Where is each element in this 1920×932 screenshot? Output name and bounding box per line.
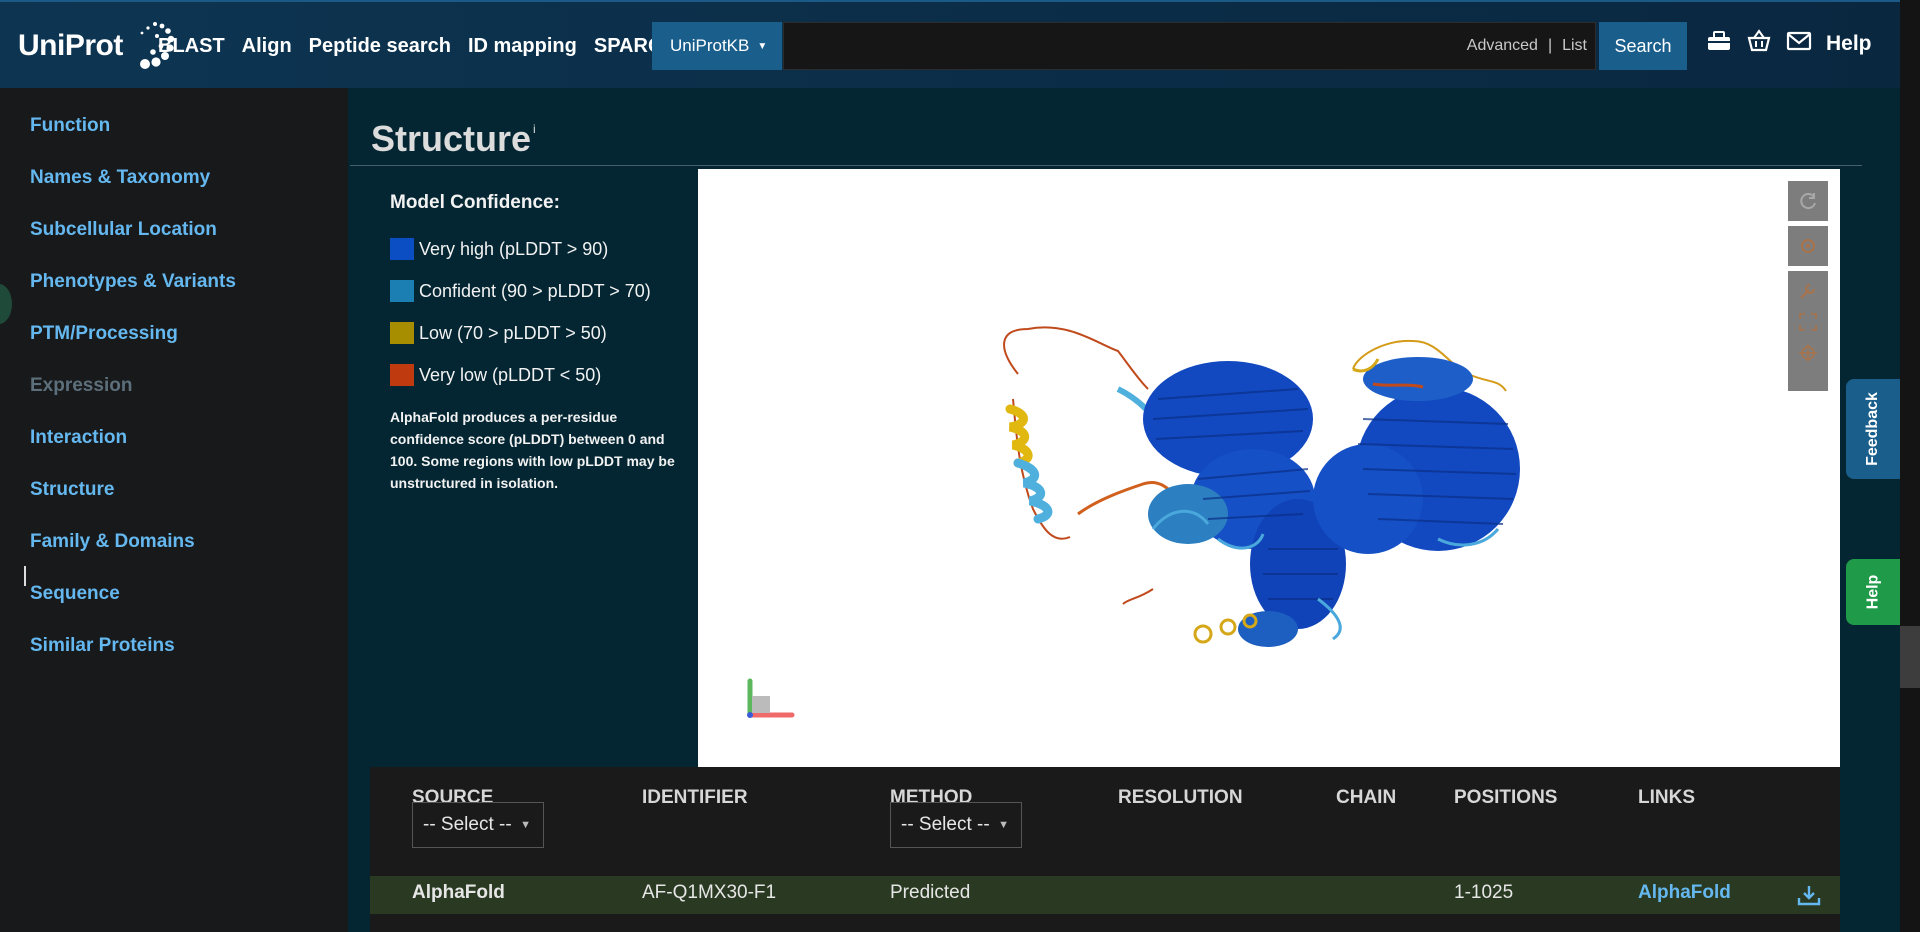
sidebar-item-ptm-processing[interactable]: PTM/Processing	[30, 323, 178, 345]
help-tab-label: Help	[1863, 574, 1881, 610]
expand-icon[interactable]	[1797, 311, 1819, 333]
sidebar-item-similar-proteins[interactable]: Similar Proteins	[30, 635, 175, 657]
legend-entry: Very high (pLDDT > 90)	[390, 228, 690, 270]
list-search-link[interactable]: List	[1562, 37, 1587, 55]
legend-entry: Low (70 > pLDDT > 50)	[390, 312, 690, 354]
nav-peptide-search[interactable]: Peptide search	[309, 35, 451, 58]
sidebar-item-sequence[interactable]: Sequence	[30, 583, 120, 605]
structure-section: Structure i Model Confidence: Very high (…	[348, 88, 1900, 932]
sidebar-item-expression: Expression	[30, 375, 133, 396]
mail-icon[interactable]	[1786, 28, 1812, 54]
legend-note: AlphaFold produces a per-residue confide…	[390, 409, 675, 491]
sidebar-item-structure[interactable]: Structure	[30, 479, 114, 501]
search-input[interactable]	[790, 27, 1354, 67]
target-icon[interactable]	[1797, 342, 1819, 364]
wrench-icon[interactable]	[1797, 280, 1819, 302]
sidebar-item-family-domains[interactable]: Family & Domains	[30, 531, 195, 553]
legend-entry: Confident (90 > pLDDT > 70)	[390, 270, 690, 312]
sidebar-item-phenotypes-variants[interactable]: Phenotypes & Variants	[30, 271, 236, 293]
header-help-link[interactable]: Help	[1826, 32, 1872, 56]
col-header-chain: CHAIN	[1336, 787, 1397, 808]
protein-structure-render	[747, 326, 1520, 718]
confident-swatch	[390, 280, 414, 302]
sidebar-item-names-taxonomy[interactable]: Names & Taxonomy	[30, 167, 210, 189]
info-icon[interactable]: i	[533, 122, 536, 136]
cell-source: AlphaFold	[412, 882, 505, 903]
settings-button[interactable]	[1788, 226, 1828, 266]
section-sidebar: Function Names & Taxonomy Subcellular Lo…	[0, 88, 348, 932]
cell-identifier: AF-Q1MX30-F1	[642, 882, 777, 903]
advanced-search-link[interactable]: Advanced	[1467, 37, 1538, 55]
database-selector[interactable]: UniProtKB ▼	[652, 22, 782, 70]
table-row	[370, 876, 1840, 914]
source-filter-select[interactable]: -- Select -- ▼	[412, 802, 544, 848]
refresh-icon	[1800, 193, 1816, 210]
method-filter-value: -- Select --	[901, 814, 990, 835]
header-icons	[1706, 28, 1812, 54]
structure-3d-viewer[interactable]	[698, 169, 1840, 767]
model-confidence-legend: Model Confidence: Very high (pLDDT > 90)…	[390, 192, 690, 494]
feedback-tab[interactable]: Feedback	[1846, 379, 1900, 479]
edge-decoration	[0, 284, 12, 324]
cell-positions: 1-1025	[1454, 882, 1514, 903]
legend-title: Model Confidence:	[390, 192, 560, 213]
feedback-tab-label: Feedback	[1864, 392, 1881, 466]
search-button[interactable]: Search	[1599, 22, 1687, 70]
legend-label: Very low (pLDDT < 50)	[419, 364, 602, 385]
top-header: UniProt BLAST Align Peptide search ID ma…	[0, 0, 1900, 90]
nav-blast[interactable]: BLAST	[158, 35, 225, 58]
main-nav: BLAST Align Peptide search ID mapping SP…	[158, 2, 693, 90]
title-divider	[350, 165, 1862, 166]
sidebar-item-function[interactable]: Function	[30, 115, 110, 137]
viewer-tools	[1788, 271, 1828, 391]
separator: |	[1547, 37, 1553, 54]
legend-label: Low (70 > pLDDT > 50)	[419, 322, 607, 343]
logo-text: UniProt	[18, 29, 123, 62]
method-filter-select[interactable]: -- Select -- ▼	[890, 802, 1022, 848]
nav-align[interactable]: Align	[242, 35, 292, 58]
help-tab[interactable]: Help	[1846, 559, 1900, 625]
col-header-identifier: IDENTIFIER	[642, 787, 748, 808]
very-high-swatch	[390, 238, 414, 260]
scrollbar-thumb[interactable]	[1900, 626, 1920, 688]
uniprot-logo[interactable]: UniProt	[18, 16, 177, 76]
low-swatch	[390, 322, 414, 344]
caret-down-icon: ▼	[998, 819, 1009, 831]
caret-down-icon: ▼	[520, 819, 531, 831]
source-filter-value: -- Select --	[423, 814, 512, 835]
toolkit-icon[interactable]	[1706, 28, 1732, 54]
nav-id-mapping[interactable]: ID mapping	[468, 35, 577, 58]
sidebar-item-subcellular-location[interactable]: Subcellular Location	[30, 219, 217, 241]
legend-entry: Very low (pLDDT < 50)	[390, 354, 690, 396]
reset-view-button[interactable]	[1788, 181, 1828, 221]
basket-icon[interactable]	[1746, 28, 1772, 54]
download-icon[interactable]	[1797, 884, 1821, 906]
search-box: Advanced | List	[783, 22, 1596, 70]
alphafold-link[interactable]: AlphaFold	[1638, 882, 1731, 904]
col-header-links: LINKS	[1638, 787, 1695, 808]
cell-method: Predicted	[890, 882, 971, 903]
scrollbar-track[interactable]	[1900, 0, 1920, 932]
caret-down-icon: ▼	[757, 40, 768, 52]
very-low-swatch	[390, 364, 414, 386]
search-links: Advanced | List	[1467, 23, 1587, 69]
col-header-resolution: RESOLUTION	[1118, 787, 1243, 808]
legend-label: Very high (pLDDT > 90)	[419, 238, 609, 259]
col-header-positions: POSITIONS	[1454, 787, 1558, 808]
gear-icon	[1801, 239, 1815, 253]
section-title-text: Structure	[371, 118, 532, 159]
legend-label: Confident (90 > pLDDT > 70)	[419, 280, 651, 301]
active-item-marker	[24, 566, 26, 586]
section-title: Structure i	[371, 118, 536, 160]
sidebar-item-interaction[interactable]: Interaction	[30, 427, 127, 449]
database-selector-label: UniProtKB	[670, 36, 750, 55]
